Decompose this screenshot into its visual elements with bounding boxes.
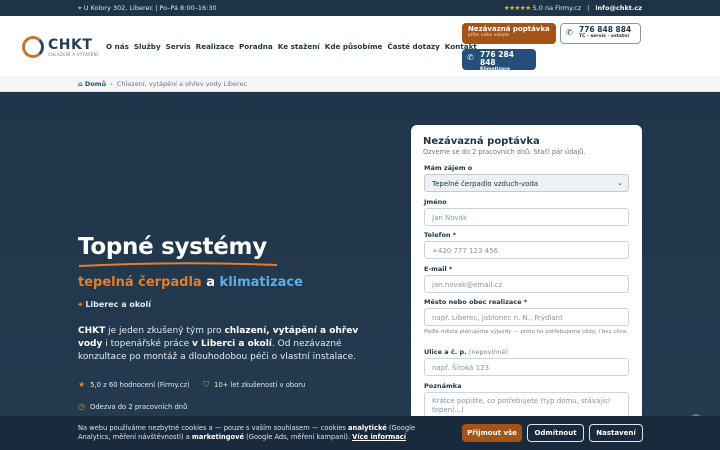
nav-item-poradna[interactable]: Poradna <box>239 42 273 51</box>
name-input[interactable]: Jan Novák <box>424 208 629 226</box>
breadcrumb-home[interactable]: ⌂ Domů <box>78 80 106 88</box>
city-hint: Podle města plánujeme výjezdy — proto ho… <box>424 329 628 335</box>
inquiry-button-sub: pište nebo volejte <box>468 33 510 38</box>
main-nav: O nás Služby Servis Realizace Poradna Ke… <box>106 42 477 51</box>
phone-label: Telefon * <box>424 231 457 239</box>
name-label: Jméno <box>424 198 447 206</box>
shield-check-icon: ⛉ <box>203 380 209 389</box>
logo-name: CHKT <box>48 36 93 53</box>
cookie-settings-button[interactable]: Nastavení <box>589 424 643 442</box>
subtitle-ac: klimatizace <box>219 275 303 290</box>
nav-item-realizace[interactable]: Realizace <box>196 42 234 51</box>
interest-select[interactable]: Tepelné čerpadlo vzduch-voda ⌄ <box>424 174 629 192</box>
form-title: Nezávazná poptávka <box>423 136 540 147</box>
hero-description: CHKT je jeden zkušený tým pro chlazení, … <box>78 325 368 364</box>
opening-hours: Po–Pá 8:00–16:30 <box>159 3 217 12</box>
phone-sub: Klimatizace <box>480 67 510 72</box>
phone-number: 776 848 884 <box>579 25 632 34</box>
phone-input[interactable]: +420 777 123 456 <box>424 241 629 259</box>
logo-mark-icon <box>22 36 44 58</box>
phone-sub: TČ · servis · ostatní <box>579 34 630 39</box>
cookie-text-part: Na webu používáme nezbytné cookies a — p… <box>78 423 349 432</box>
cookie-text: Na webu používáme nezbytné cookies a — p… <box>78 424 448 443</box>
feature-experience: ⛉ 10+ let zkušeností v oboru <box>203 380 305 390</box>
title-underline <box>78 262 278 267</box>
nav-item-kde-pusobime[interactable]: Kde působíme <box>325 42 383 51</box>
breadcrumb-separator: › <box>110 79 113 88</box>
street-label: Ulice a č. p. (nepovinné) <box>424 348 508 356</box>
top-bar-separator: | <box>155 3 158 12</box>
location-badge: ⌖ Liberec a okolí <box>78 300 151 310</box>
phone-icon: ✆ <box>566 28 573 37</box>
top-bar-left: ⌖ U Kolory 302, Liberec | Po–Pá 8:00–16:… <box>78 4 217 13</box>
desc-brand: CHKT <box>78 326 106 336</box>
nav-item-sluzby[interactable]: Služby <box>134 42 161 51</box>
form-subtitle: Ozveme se do 2 pracovních dnů. Stačí pár… <box>423 148 586 156</box>
star-icon: ★ <box>78 380 86 389</box>
street-label-text: Ulice a č. p. <box>424 348 467 356</box>
city-input[interactable]: např. Liberec, Jablonec n. N., Frýdlant <box>424 308 629 326</box>
rating-stars: ★★★★★ <box>503 4 531 12</box>
map-pin-icon: ⌖ <box>78 300 83 309</box>
note-label: Poznámka <box>424 382 462 390</box>
subtitle-heat-pumps: tepelná čerpadla <box>78 275 202 290</box>
email-input[interactable]: jan.novak@email.cz <box>424 275 629 293</box>
inquiry-button-label: Nezávazná poptávka <box>468 25 550 33</box>
phone-button-tc[interactable]: ✆ 776 848 884 TČ · servis · ostatní <box>560 23 641 44</box>
page-title: Topné systémy <box>78 234 267 260</box>
nav-item-servis[interactable]: Servis <box>166 42 191 51</box>
cookie-more-link[interactable]: Více informací <box>352 433 406 441</box>
chevron-down-icon: ⌄ <box>617 179 623 187</box>
top-bar-right: ★★★★★ 5,0 na Firmy.cz | info@chkt.cz <box>504 4 642 12</box>
city-label: Město nebo obec realizace * <box>424 298 528 306</box>
phone-button-klimatizace[interactable]: ✆ 776 284 848 Klimatizace <box>462 49 536 72</box>
logo-tagline: CHLAZENÍ A VYTÁPĚNÍ <box>48 51 99 57</box>
phone-number: 776 284 848 <box>480 50 514 67</box>
nav-item-caste-dotazy[interactable]: Časté dotazy <box>387 42 439 51</box>
inquiry-button[interactable]: Nezávazná poptávka pište nebo volejte <box>462 23 556 44</box>
map-pin-icon: ⌖ <box>78 3 82 12</box>
feature-response: ◷ Odezva do 2 pracovních dnů <box>78 402 187 411</box>
breadcrumb-home-label: Domů <box>84 79 107 88</box>
logo[interactable]: CHKT CHLAZENÍ A VYTÁPĚNÍ <box>22 36 98 58</box>
cookie-text-part: (Google Ads, měření kampaní). <box>244 433 353 441</box>
rating-text[interactable]: 5,0 na Firmy.cz <box>533 4 582 12</box>
breadcrumb-current: Chlazení, vytápění a ohřev vody Liberec <box>116 79 248 88</box>
note-textarea[interactable]: Krátce popište, co potřebujete (typ domu… <box>424 392 629 418</box>
feature-rating: ★ 5,0 z 60 hodnocení (Firmy.cz) <box>78 380 190 389</box>
desc-text: i topenářské práce <box>102 339 193 349</box>
top-bar: ⌖ U Kolory 302, Liberec | Po–Pá 8:00–16:… <box>0 0 720 16</box>
hero-subtitle: tepelná čerpadla a klimatizace <box>78 275 303 290</box>
feature-text: Odezva do 2 pracovních dnů <box>89 402 188 411</box>
top-bar-separator: | <box>587 4 590 12</box>
subtitle-conjunction: a <box>201 275 220 290</box>
reject-button[interactable]: Odmítnout <box>527 424 584 442</box>
desc-text: je jeden zkušený tým pro <box>105 326 225 336</box>
feature-text: 10+ let zkušeností v oboru <box>214 381 306 389</box>
street-input[interactable]: např. Široká 123 <box>424 358 629 376</box>
phone-icon: ✆ <box>467 53 474 62</box>
inquiry-form: Nezávazná poptávka Ozveme se do 2 pracov… <box>411 125 642 450</box>
email-label: E-mail * <box>424 265 453 273</box>
interest-label: Mám zájem o <box>424 164 473 172</box>
site-header: CHKT CHLAZENÍ A VYTÁPĚNÍ O nás Služby Se… <box>0 16 720 76</box>
desc-highlight: v Liberci a okolí <box>192 339 272 349</box>
accept-all-button[interactable]: Přijmout vše <box>462 424 522 442</box>
street-optional: (nepovinné) <box>468 348 509 356</box>
location-text: Liberec a okolí <box>85 300 151 309</box>
interest-value: Tepelné čerpadlo vzduch-voda <box>432 180 539 188</box>
nav-item-o-nas[interactable]: O nás <box>106 42 129 51</box>
cookie-marketing: marketingové <box>191 433 245 441</box>
nav-item-ke-stazeni[interactable]: Ke stažení <box>278 42 320 51</box>
clock-icon: ◷ <box>78 402 85 411</box>
breadcrumb: ⌂ Domů › Chlazení, vytápění a ohřev vody… <box>0 76 720 92</box>
cookie-analytics: analytické <box>348 423 387 432</box>
email-link[interactable]: info@chkt.cz <box>595 4 642 12</box>
feature-text: 5,0 z 60 hodnocení (Firmy.cz) <box>90 380 190 389</box>
address-text: U Kolory 302, Liberec <box>83 3 154 12</box>
